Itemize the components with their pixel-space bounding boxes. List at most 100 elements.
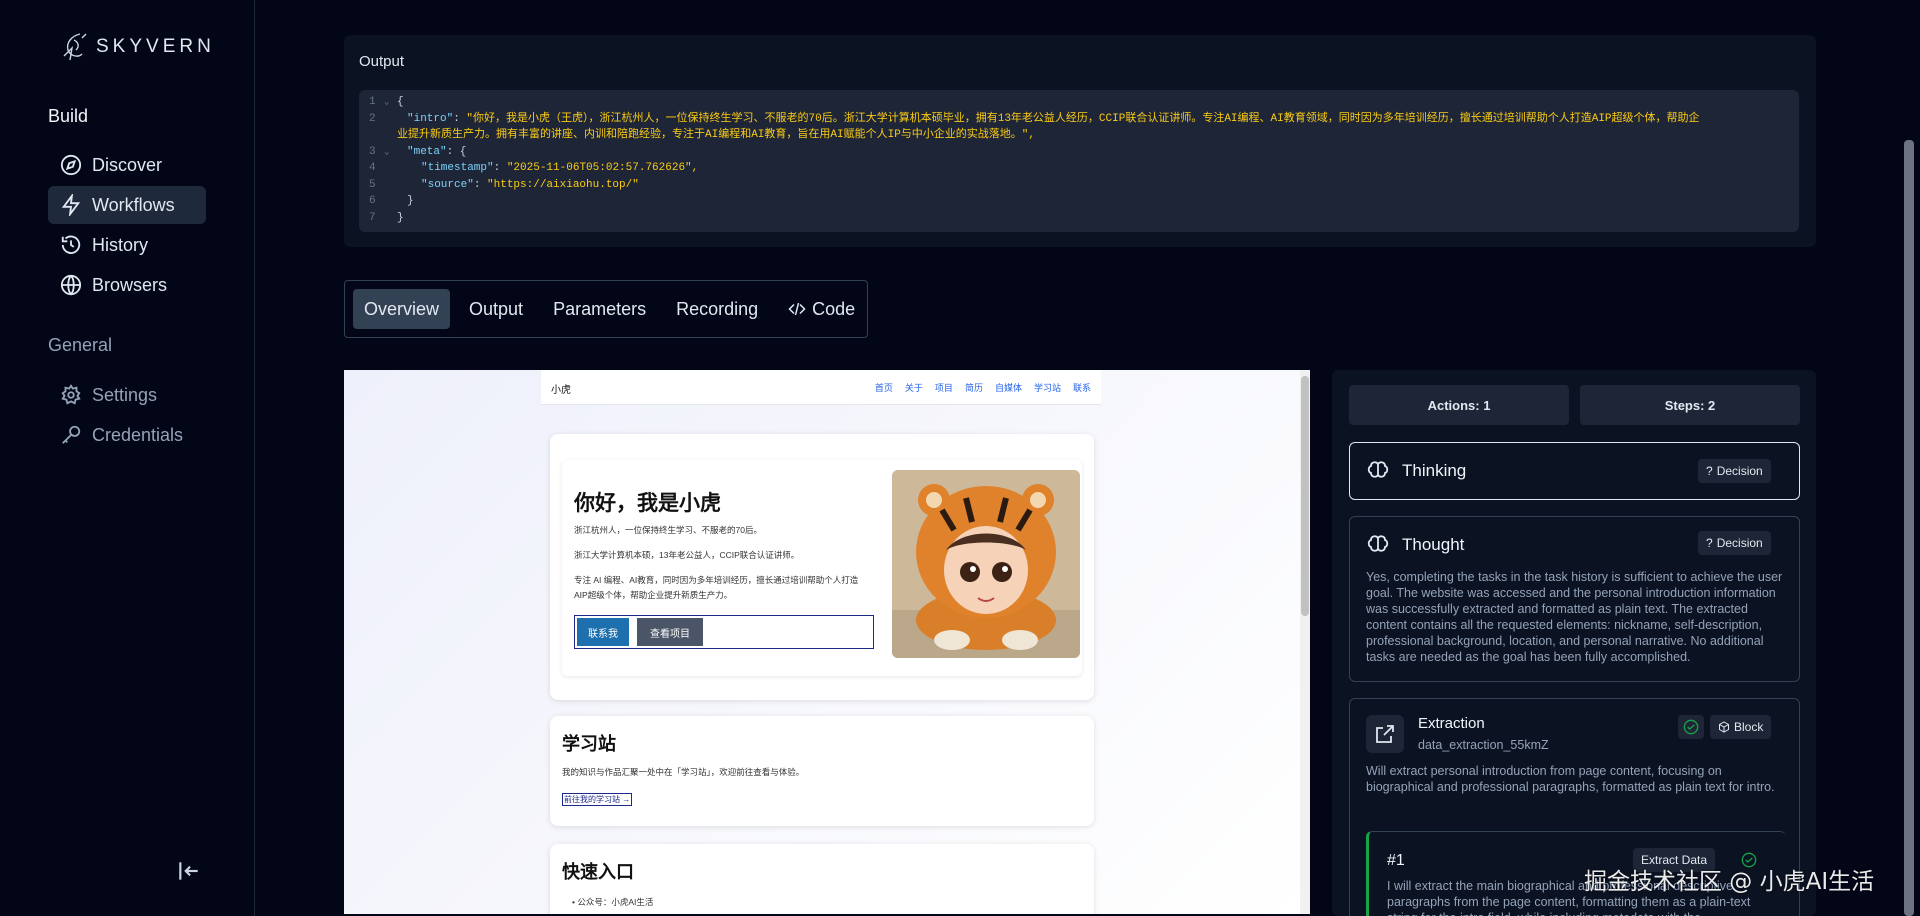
site-nav-link: 简历 [964,383,983,393]
tab-code[interactable]: Code [777,289,866,329]
code-line: 7} [369,211,404,224]
code-line: 3 ⌄ "meta": { [369,145,467,158]
globe-icon [60,274,82,296]
block-badge: Block [1710,715,1772,739]
hero-inner: 你好，我是小虎 浙江杭州人，一位保持终生学习、不服老的70后。 浙江大学计算机本… [562,460,1082,676]
code-line: 1 ⌄{ [369,96,404,108]
block-label: Block [1734,720,1764,734]
sidebar-item-credentials[interactable]: Credentials [48,416,206,454]
site-nav-link: 关于 [904,383,923,393]
key-icon [62,425,81,444]
sidebar-item-label: Settings [92,384,158,405]
study-card: 学习站 我的知识与作品汇聚一处中在「学习站」，欢迎前往查看与体验。 前往我的学习… [550,716,1094,826]
question-icon: ? [1706,536,1713,550]
sidebar-item-label: Discover [92,154,163,175]
step-number: #1 [1387,852,1405,869]
question-icon: ? [1706,464,1713,478]
extraction-title: Extraction [1418,715,1485,732]
contact-button: 联系我 [577,618,629,646]
preview-scrollbar-thumb[interactable] [1301,376,1309,616]
sidebar-item-browsers[interactable]: Browsers [48,266,206,304]
share-icon [1376,725,1394,743]
hero-line: 专注 AI 编程、AI教育，同时因为多年培训经历，擅长通过培训帮助个人打造 [574,575,859,585]
site-nav-link: 学习站 [1033,383,1061,393]
tab-parameters[interactable]: Parameters [542,289,657,329]
logo[interactable]: SKYVERN [60,30,215,64]
site-nav-link: 首页 [874,383,893,393]
collapse-sidebar-icon[interactable] [176,858,202,884]
sidebar-item-history[interactable]: History [48,226,206,264]
code-line: 4 "timestamp": "2025-11-06T05:02:57.76262… [369,162,699,174]
output-panel: Output 1 ⌄{ 2 "intro": "你好，我是小虎（王虎），浙江杭州人，… [344,35,1816,247]
history-icon [61,235,81,254]
decision-label: Decision [1716,464,1763,478]
sidebar-item-label: Credentials [92,424,184,445]
code-viewer[interactable]: 1 ⌄{ 2 "intro": "你好，我是小虎（王虎），浙江杭州人，一位保持终生学… [359,90,1799,232]
tab-overview[interactable]: Overview [353,289,451,329]
decision-badge: ? Decision [1698,459,1771,483]
thought-title: Thought [1402,535,1465,554]
actions-panel: Actions: 1 Steps: 2 Thinking ? Decision … [1332,370,1816,916]
hero-buttons: 联系我 查看项目 [574,615,874,649]
hero-card: 你好，我是小虎 浙江杭州人，一位保持终生学习、不服老的70后。 浙江大学计算机本… [550,434,1094,700]
extraction-id: data_extraction_55kmZ [1418,738,1549,752]
sidebar-item-label: History [92,234,149,255]
tab-code-label: Code [812,298,856,319]
tab-output[interactable]: Output [458,289,534,329]
code-line: 业提升新质生产力。拥有丰富的讲座、内训和陪跑经验，专注于AI编程和AI教育，旨在… [397,129,1036,141]
extraction-icon-box [1366,715,1404,753]
sidebar: SKYVERN Build Discover Workflows History… [0,0,255,916]
quick-title: 快速入口 [562,862,634,882]
quick-item: • 公众号：小虎AI生活 [572,897,654,907]
code-icon [788,302,806,316]
preview-scrollbar[interactable] [1300,370,1310,914]
skyvern-logo-icon [63,33,87,61]
thinking-title: Thinking [1402,461,1467,480]
study-link: 前往我的学习站 → [562,793,633,806]
success-check-icon [1678,715,1704,739]
extraction-text: Will extract personal introduction from … [1366,764,1775,794]
site-navbar: 小虎 首页 关于 项目 简历 自媒体 学习站 联系 [541,370,1101,405]
site-brand: 小虎 [551,385,571,396]
hero-line: 浙江杭州人，一位保持终生学习、不服老的70后。 [574,525,762,535]
study-title: 学习站 [562,734,616,754]
sidebar-item-label: Browsers [92,274,168,295]
sidebar-item-workflows[interactable]: Workflows [48,186,206,224]
tab-recording[interactable]: Recording [665,289,769,329]
tiger-avatar-image [892,470,1080,658]
decision-label: Decision [1716,536,1763,550]
site-nav-links: 首页 关于 项目 简历 自媒体 学习站 联系 [875,381,1091,394]
page-scrollbar[interactable] [1904,140,1914,916]
site-nav-link: 项目 [934,383,953,393]
sidebar-item-discover[interactable]: Discover [48,146,206,184]
brain-icon [1367,535,1389,552]
thinking-card[interactable]: Thinking ? Decision [1349,442,1800,500]
sidebar-item-label: Workflows [92,194,175,215]
code-line: 2 "intro": "你好，我是小虎（王虎），浙江杭州人，一位保持终生学习、不服… [369,112,1700,125]
tab-bar: Overview Output Parameters Recording Cod… [344,280,868,338]
study-text: 我的知识与作品汇聚一处中在「学习站」，欢迎前往查看与体验。 [562,767,805,777]
code-line: 5 "source": "https://aixiaohu.top/" [369,178,639,191]
site-nav-link: 自媒体 [994,383,1022,393]
thought-card[interactable]: Thought ? Decision Yes, completing the t… [1349,516,1800,682]
thought-text: Yes, completing the tasks in the task hi… [1366,570,1783,664]
build-section-title: Build [48,106,89,126]
sidebar-item-settings[interactable]: Settings [48,376,206,414]
steps-count: Steps: 2 [1580,385,1800,425]
watermark: 掘金技术社区 @ 小虎AI生活 [1584,869,1875,895]
lightning-icon [61,194,81,216]
hero-title: 你好，我是小虎 [574,492,721,515]
projects-button: 查看项目 [637,618,703,646]
cube-icon [1719,721,1729,733]
site-nav-link: 联系 [1072,383,1091,393]
hero-line: AIP超级个体，帮助企业提升新质生产力。 [574,590,733,600]
compass-icon [60,154,82,176]
gear-icon [61,384,81,405]
actions-count: Actions: 1 [1349,385,1569,425]
general-section-title: General [48,335,113,355]
logo-text: SKYVERN [96,36,215,57]
brain-icon [1367,461,1389,478]
browser-screenshot: 小虎 首页 关于 项目 简历 自媒体 学习站 联系 你好，我是小虎 浙江杭州人，… [344,370,1310,914]
decision-badge: ? Decision [1698,531,1771,555]
code-line: 6} [369,195,414,207]
